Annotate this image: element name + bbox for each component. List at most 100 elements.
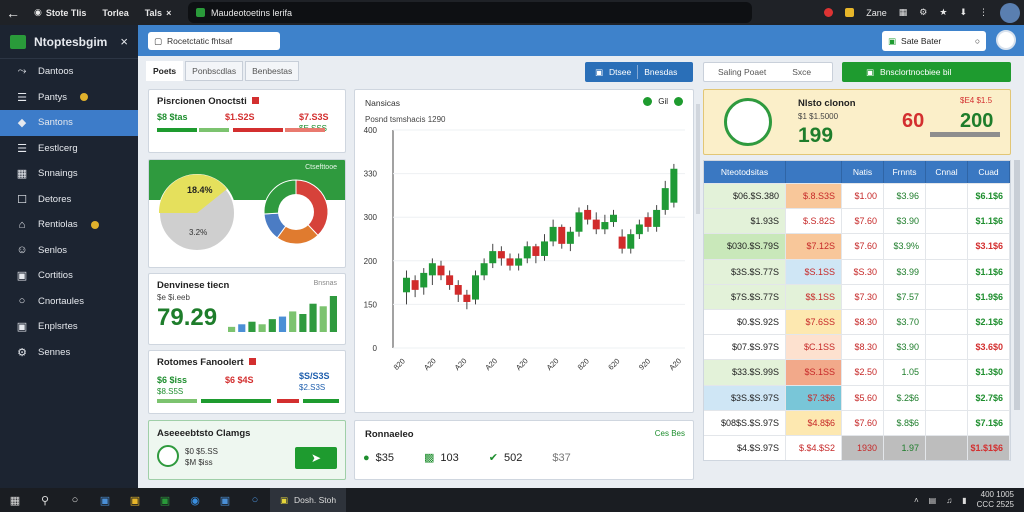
stat-item: ▩ 103: [424, 451, 459, 465]
sidebar-item[interactable]: ⚙ Sennes: [0, 340, 138, 366]
browser-icon[interactable]: ◉: [180, 494, 210, 507]
go-button[interactable]: ➤: [295, 447, 337, 469]
star-icon[interactable]: ★: [939, 7, 947, 18]
card-title: Rotomes Fanoolert: [157, 357, 257, 368]
globe-icon: ◉: [34, 7, 42, 17]
table-cell: $2.50: [842, 360, 884, 385]
avatar[interactable]: [996, 30, 1016, 50]
sidebar-item[interactable]: ▣ Enplsrtes: [0, 314, 138, 340]
back-arrow-icon[interactable]: ←: [0, 5, 26, 21]
candle: [558, 226, 566, 244]
stat-item: ● $35: [363, 451, 395, 464]
address-bar[interactable]: Maudeotoetins lerifa: [188, 2, 752, 23]
table-row[interactable]: $1.93S $.S.82S $7.60 $3.90 $1.1$6: [704, 208, 1010, 234]
sidebar-item[interactable]: ○ Cnortaules: [0, 289, 138, 315]
doc-icon: ▣: [888, 35, 897, 46]
sidebar-item-label: Santons: [38, 117, 73, 129]
sidebar-item[interactable]: ☐ Detores: [0, 187, 138, 213]
candle: [480, 263, 488, 276]
summary-stats-card: Ronnaeleo Ces Bes ● $35 ▩ 103 ✔ 502 $37: [354, 420, 694, 480]
candle: [506, 258, 514, 266]
tab-poets[interactable]: Poets: [146, 61, 184, 81]
summary-big-value: 199: [798, 124, 834, 147]
file-explorer-icon[interactable]: ▣: [90, 494, 120, 507]
sidebar-item[interactable]: ▦ Snnaings: [0, 161, 138, 187]
progress-bar: [233, 128, 283, 132]
browser-tab-1[interactable]: ◉ Stote Tlis: [26, 0, 94, 25]
x-tick-label: A20: [545, 356, 561, 372]
date-range-button[interactable]: ▣ Dtsee Bnesdas: [585, 62, 693, 82]
profile-avatar[interactable]: [1000, 2, 1020, 23]
sidebar-item[interactable]: ⤳ Dantoos: [0, 59, 138, 85]
folder-icon[interactable]: ▣: [120, 494, 150, 507]
sidebar-item-label: Sennes: [38, 346, 71, 358]
grid-icon[interactable]: ▦: [899, 7, 908, 18]
table-row[interactable]: $3S.$S.77S $S.1SS $S.30 $3.99 $1.1$6: [704, 258, 1010, 284]
windows-start-icon[interactable]: ▦: [0, 494, 30, 507]
tab-benbestas[interactable]: Benbestas: [245, 61, 300, 81]
browser-tab-3[interactable]: Tals ×: [137, 0, 180, 25]
record-icon[interactable]: [824, 8, 834, 17]
sidebar-item[interactable]: ⌂ Rentiolas: [0, 212, 138, 238]
sidebar-item[interactable]: ☺ Senlos: [0, 238, 138, 264]
sidebar-item[interactable]: ☰ Pantys: [0, 85, 138, 111]
volume-icon[interactable]: ♫: [946, 496, 952, 505]
portfolio-icon: ☰: [17, 91, 27, 104]
table-scrollbar[interactable]: [1014, 160, 1020, 410]
table-row[interactable]: $08$S.$S.97S $4.8$6 $7.60 $.8$6 $7.1$6: [704, 409, 1010, 435]
table-row[interactable]: $7S.$S.77S $$.1SS $7.30 $7.57 $1.9$6: [704, 283, 1010, 309]
download-icon[interactable]: ⬇: [959, 7, 967, 18]
search-icon[interactable]: ⚲: [30, 494, 60, 507]
calendar-icon: ▣: [16, 270, 28, 283]
primary-action-button[interactable]: ▣ Bnsclortnocbiee bil: [842, 62, 1011, 82]
portfolio-card-1: Pisrcionen Onoctsti $8 $tas $1.S2S $7.S3…: [148, 89, 346, 153]
close-tab-icon[interactable]: ×: [166, 8, 171, 18]
store-icon[interactable]: ▣: [210, 494, 240, 507]
clock[interactable]: 400 1005 CCC 2525: [977, 490, 1014, 510]
stat-sub: $e $i.eeb: [157, 293, 190, 302]
table-row[interactable]: $33.$S.99S $S.1SS $2.50 1.05 $1.3$0: [704, 359, 1010, 385]
task-view-icon[interactable]: ○: [60, 494, 90, 506]
sidebar-item[interactable]: ◆ Santons: [0, 110, 138, 136]
table-row[interactable]: $3S.$S.97S $7.3$6 $5.60 $.2$6 $2.7$6: [704, 384, 1010, 410]
candle: [584, 209, 592, 220]
x-tick-label: A20: [514, 356, 530, 372]
sidebar-item[interactable]: ☰ Eestlcerg: [0, 136, 138, 162]
candle: [575, 212, 583, 232]
battery-icon[interactable]: ▮: [962, 496, 966, 505]
taskbar-app-active[interactable]: ▣ Dosh. Stoh: [270, 488, 347, 512]
settings-icon[interactable]: ⚙: [919, 7, 927, 18]
clover-icon: [724, 98, 772, 146]
table-cell: $S.30: [842, 259, 884, 284]
browser-toolbar-right: Zane ▦ ⚙ ★ ⬇ ⋮: [824, 0, 1020, 25]
close-sidebar-icon[interactable]: ×: [120, 34, 128, 49]
table-row[interactable]: $06.$S.380 $.8.S3S $1.00 $3.96 $6.1$6: [704, 183, 1010, 209]
network-icon[interactable]: ▤: [929, 496, 937, 505]
menu-icon[interactable]: ⋮: [979, 7, 988, 18]
app-icon[interactable]: ▣: [150, 494, 180, 507]
table-row[interactable]: $07.$S.97S $C.1SS $8.30 $3.90 $3.6$0: [704, 334, 1010, 360]
extension-icon[interactable]: [845, 8, 855, 17]
settings-icon: ⚙: [17, 346, 27, 359]
sidebar-item[interactable]: ▣ Cortitios: [0, 263, 138, 289]
tab-ponbscdlas[interactable]: Ponbscdlas: [185, 61, 244, 81]
scrollbar[interactable]: [696, 104, 700, 214]
sort-select[interactable]: Saling Poaet Sxce: [703, 62, 833, 82]
allocation-card: Ctsefttooe 18.4% 3.2%: [148, 159, 346, 268]
x-tick-label: 820: [576, 357, 591, 372]
table-row[interactable]: $0.$S.92S $7.6SS $8.30 $3.70 $2.1$6: [704, 308, 1010, 335]
data-table: Nteotodsitas Natis Frnnts Cnnal Cuad $06…: [703, 160, 1011, 462]
chevron-up-icon[interactable]: ˄: [914, 496, 919, 505]
mail-icon[interactable]: ○: [240, 494, 270, 506]
sidebar-item-label: Cnortaules: [38, 295, 84, 307]
right-search-input[interactable]: ▣ Sate Bater ○: [882, 31, 986, 51]
sidebar: Ntoptesbgim × ⤳ Dantoos ☰ Pantys ◆ Santons ☰ Ee…: [0, 25, 138, 488]
candle: [566, 231, 574, 244]
table-cell: 1.05: [884, 360, 926, 385]
table-row[interactable]: $4.$S.97S $.$4.$S2 1930 1.97 $1.$1$6: [704, 434, 1010, 461]
stat-row: ● $35 ▩ 103 ✔ 502 $37: [363, 451, 571, 465]
candle: [437, 265, 445, 276]
browser-tab-2[interactable]: Torlea: [94, 0, 136, 25]
plus-icon: ▣: [866, 66, 875, 77]
table-row[interactable]: $030.$S.79S $7.12S $7.60 $3.9% $3.1$6: [704, 233, 1010, 259]
